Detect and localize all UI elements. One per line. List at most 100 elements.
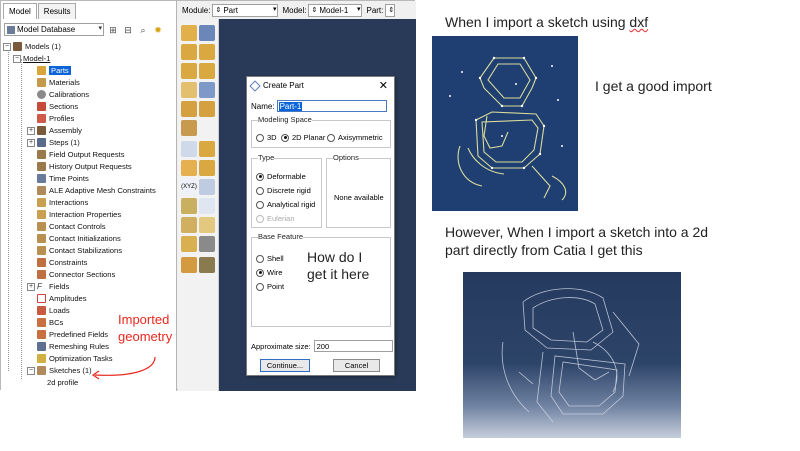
tree-node-loads[interactable]: Loads (37, 305, 70, 316)
approximate-size-field[interactable]: 200 (313, 340, 393, 352)
radio-3d[interactable]: 3D (256, 133, 277, 142)
tree-node-interaction-properties[interactable]: Interaction Properties (37, 209, 121, 220)
tools-icon[interactable] (199, 236, 215, 252)
cancel-button[interactable]: Cancel (333, 359, 380, 372)
assembly-icon (37, 126, 46, 135)
database-select[interactable]: Model Database ▾ (4, 23, 104, 36)
repair-tool-icon[interactable] (181, 236, 197, 252)
cut-revolve-tool-icon[interactable] (199, 101, 215, 117)
extrude-tool-icon[interactable] (181, 44, 197, 60)
set-tool-icon[interactable] (181, 217, 197, 233)
tree-node-models[interactable]: − Models (1) (3, 41, 61, 52)
collapse-icon[interactable]: − (27, 366, 35, 375)
tree-node-history-output[interactable]: History Output Requests (37, 161, 132, 172)
blend-tool-icon[interactable] (199, 63, 215, 79)
tree-node-steps[interactable]: + Steps (1) (27, 137, 80, 148)
radio-wire[interactable]: Wire (256, 268, 282, 277)
tree-node-predefined-fields[interactable]: Predefined Fields (37, 329, 108, 340)
radio-button[interactable] (256, 172, 264, 181)
radio-button[interactable] (256, 133, 264, 142)
expand-icon[interactable]: + (27, 138, 35, 147)
shell-tool-icon[interactable] (181, 82, 197, 98)
tree-label: Parts (49, 66, 71, 75)
tree-node-amplitudes[interactable]: Amplitudes (37, 293, 87, 304)
tree-node-2d-profile[interactable]: 2d profile (47, 377, 78, 388)
tree-node-sections[interactable]: Sections (37, 101, 78, 112)
create-part-tool-icon[interactable] (181, 25, 197, 41)
tree-node-model-1[interactable]: − Model-1 (13, 53, 50, 64)
tree-node-parts[interactable]: Parts (37, 65, 71, 76)
tree-node-connector-sections[interactable]: Connector Sections (37, 269, 115, 280)
expand-icon[interactable]: + (27, 126, 35, 135)
tree-node-profiles[interactable]: Profiles (37, 113, 74, 124)
radio-axisymmetric[interactable]: Axisymmetric (327, 133, 383, 142)
radio-button[interactable] (256, 268, 264, 277)
axis-tool-icon[interactable] (199, 179, 215, 195)
radio-point[interactable]: Point (256, 282, 284, 291)
expand-tree-icon[interactable]: ⊞ (107, 24, 119, 36)
radio-button[interactable] (281, 133, 289, 142)
tree-node-field-output[interactable]: Field Output Requests (37, 149, 125, 160)
radio-button[interactable] (256, 282, 264, 291)
tree-node-contact-stab[interactable]: Contact Stabilizations (37, 245, 122, 256)
part-select[interactable]: ⇕ (385, 3, 396, 17)
lightbulb-icon[interactable]: ✹ (152, 24, 164, 36)
collapse-tree-icon[interactable]: ⊟ (122, 24, 134, 36)
tree-node-fields[interactable]: + F Fields (27, 281, 69, 292)
tree-node-materials[interactable]: Materials (37, 77, 80, 88)
collapse-icon[interactable]: − (13, 54, 21, 63)
csys-tool-icon[interactable] (181, 198, 197, 214)
tree-node-calibrations[interactable]: Calibrations (37, 89, 89, 100)
expand-icon[interactable]: + (27, 282, 35, 291)
close-icon[interactable]: ✕ (379, 79, 388, 92)
radio-button[interactable] (327, 133, 335, 142)
tab-model[interactable]: Model (3, 3, 37, 19)
surface-tool-icon[interactable] (199, 217, 215, 233)
radio-analytical-rigid[interactable]: Analytical rigid (256, 200, 315, 209)
filter-icon[interactable]: ⌕ (137, 24, 149, 36)
tree-node-sketches[interactable]: − Sketches (1) (27, 365, 92, 376)
tree-node-remeshing-rules[interactable]: Remeshing Rules (37, 341, 109, 352)
datum-tool-icon[interactable] (181, 160, 197, 176)
model-select[interactable]: ⇕ Model-1 ▾ (308, 3, 363, 17)
datum-plane-tool-icon[interactable] (199, 160, 215, 176)
tree-node-bcs[interactable]: BCs (37, 317, 63, 328)
tree-label: Contact Initializations (49, 234, 121, 243)
paint-tool-icon[interactable] (199, 257, 215, 273)
tree-node-contact-controls[interactable]: Contact Controls (37, 221, 106, 232)
tree-node-time-points[interactable]: Time Points (37, 173, 89, 184)
tree-node-constraints[interactable]: Constraints (37, 257, 87, 268)
csys-rect-tool-icon[interactable] (199, 198, 215, 214)
radio-deformable[interactable]: Deformable (256, 172, 306, 181)
partition-face-tool-icon[interactable] (199, 141, 215, 157)
revolve-tool-icon[interactable] (199, 44, 215, 60)
sweep-tool-icon[interactable] (181, 63, 197, 79)
radio-button[interactable] (256, 186, 264, 195)
query-tool-icon[interactable] (181, 257, 197, 273)
tree-node-contact-init[interactable]: Contact Initializations (37, 233, 121, 244)
tree-node-interactions[interactable]: Interactions (37, 197, 88, 208)
partition-tool-icon[interactable] (181, 141, 197, 157)
radio-2d-planar[interactable]: 2D Planar (281, 133, 325, 142)
radio-discrete-rigid[interactable]: Discrete rigid (256, 186, 311, 195)
name-field[interactable]: Part-1 (276, 100, 387, 112)
text-however-line1: However, When I import a sketch into a 2… (445, 224, 709, 240)
radio-button[interactable] (256, 254, 264, 263)
tree-label: ALE Adaptive Mesh Constraints (49, 186, 156, 195)
collapse-icon[interactable]: − (3, 42, 11, 51)
radio-button[interactable] (256, 200, 264, 209)
module-select[interactable]: ⇕ Part ▾ (212, 3, 279, 17)
tree-node-assembly[interactable]: + Assembly (27, 125, 82, 136)
tree-node-ale[interactable]: ALE Adaptive Mesh Constraints (37, 185, 156, 196)
round-tool-icon[interactable] (181, 120, 197, 136)
part-manager-tool-icon[interactable] (199, 25, 215, 41)
cut-tool-icon[interactable] (181, 101, 197, 117)
point-tool-icon[interactable]: (XYZ) (181, 179, 197, 195)
continue-button[interactable]: Continue... (260, 359, 310, 372)
radio-button[interactable] (256, 214, 264, 223)
radio-shell[interactable]: Shell (256, 254, 284, 263)
radio-eulerian[interactable]: Eulerian (256, 214, 295, 223)
tab-results[interactable]: Results (37, 3, 77, 19)
wire-tool-icon[interactable] (199, 82, 215, 98)
amplitudes-icon (37, 294, 46, 303)
